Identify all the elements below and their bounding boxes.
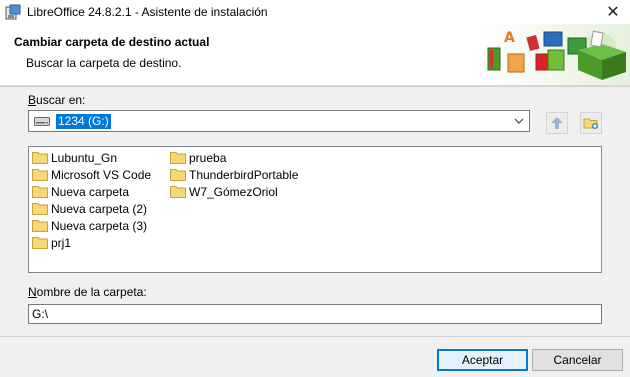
folder-name: prj1 — [51, 235, 72, 250]
lookin-accel: B — [28, 93, 37, 107]
close-icon: ✕ — [606, 4, 620, 21]
drive-icon — [34, 117, 50, 126]
folder-item[interactable]: ThunderbirdPortable — [170, 166, 298, 183]
folder-name: W7_GómezOriol — [189, 184, 278, 199]
folder-item[interactable]: prj1 — [32, 234, 71, 251]
up-one-level-button[interactable] — [546, 112, 568, 134]
lookin-selected: 1234 (G:) — [56, 114, 111, 129]
svg-text:A: A — [504, 30, 515, 46]
folder-name: Lubuntu_Gn — [51, 150, 118, 165]
folder-list[interactable]: Lubuntu_Gn Microsoft VS Code Nueva carpe… — [28, 146, 602, 273]
header-title: Cambiar carpeta de destino actual — [14, 35, 210, 49]
foldername-accel: N — [28, 285, 37, 299]
cancel-button[interactable]: Cancelar — [532, 349, 623, 371]
foldername-label: Nombre de la carpeta: — [28, 285, 147, 299]
chevron-down-icon[interactable] — [513, 114, 525, 128]
folder-icon — [170, 169, 186, 181]
wizard-header: Cambiar carpeta de destino actual Buscar… — [0, 24, 630, 86]
folder-item[interactable]: Nueva carpeta (3) — [32, 217, 147, 234]
folder-item[interactable]: prueba — [170, 149, 226, 166]
foldername-label-text: ombre de la carpeta: — [36, 285, 147, 299]
folder-name: Nueva carpeta (2) — [51, 201, 148, 216]
installer-icon — [5, 4, 21, 20]
folder-icon — [170, 152, 186, 164]
new-folder-button[interactable] — [580, 112, 602, 134]
folder-icon — [32, 186, 48, 198]
folder-item[interactable]: Nueva carpeta — [32, 183, 129, 200]
folder-icon — [32, 203, 48, 215]
folder-item[interactable]: Nueva carpeta (2) — [32, 200, 147, 217]
lookin-combobox[interactable]: 1234 (G:) — [28, 110, 530, 132]
footer-separator — [0, 336, 630, 337]
folder-icon — [32, 237, 48, 249]
folder-icon — [32, 169, 48, 181]
folder-name: Nueva carpeta — [51, 184, 130, 199]
folder-name: ThunderbirdPortable — [189, 167, 299, 182]
folder-icon — [32, 152, 48, 164]
folder-item[interactable]: Lubuntu_Gn — [32, 149, 117, 166]
window-title: LibreOffice 24.8.2.1 - Asistente de inst… — [27, 5, 268, 19]
folder-name: prueba — [189, 150, 227, 165]
folder-icon — [170, 186, 186, 198]
close-button[interactable]: ✕ — [596, 0, 630, 24]
folder-name: Nueva carpeta (3) — [51, 218, 148, 233]
folder-item[interactable]: Microsoft VS Code — [32, 166, 151, 183]
accept-button[interactable]: Aceptar — [437, 349, 528, 371]
header-separator — [0, 86, 630, 87]
arrow-up-icon — [551, 117, 563, 129]
foldername-input[interactable]: G:\ — [28, 304, 602, 324]
lookin-label: Buscar en: — [28, 93, 85, 107]
title-bar: LibreOffice 24.8.2.1 - Asistente de inst… — [0, 0, 630, 24]
folder-item[interactable]: W7_GómezOriol — [170, 183, 278, 200]
folder-name: Microsoft VS Code — [51, 167, 152, 182]
folder-icon — [32, 220, 48, 232]
new-folder-icon — [583, 118, 598, 129]
header-subtitle: Buscar la carpeta de destino. — [26, 56, 182, 70]
libreoffice-banner-icon: A — [480, 24, 630, 85]
lookin-label-text: uscar en: — [36, 93, 86, 107]
